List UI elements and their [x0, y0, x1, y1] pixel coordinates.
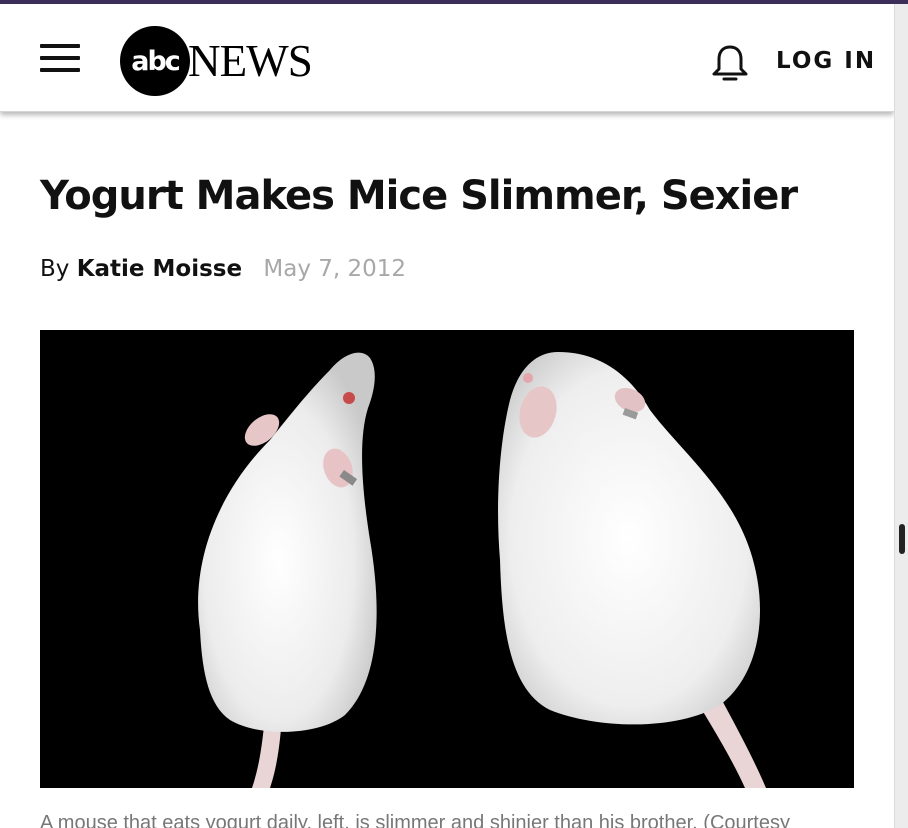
menu-button[interactable]: [40, 42, 80, 74]
byline: By Katie Moisse May 7, 2012: [40, 256, 406, 282]
article-headline: Yogurt Makes Mice Slimmer, Sexier: [40, 173, 798, 219]
author-link[interactable]: Katie Moisse: [77, 256, 242, 282]
abc-logo-mark: abc: [120, 26, 190, 96]
byline-prefix: By: [40, 256, 70, 282]
hamburger-menu-icon-line: [40, 56, 80, 60]
article-photo[interactable]: [40, 330, 854, 788]
hamburger-menu-icon: [40, 44, 80, 48]
scrollbar-thumb[interactable]: [899, 524, 905, 554]
site-header: abc NEWS LOG IN: [0, 4, 894, 112]
news-wordmark: NEWS: [188, 35, 313, 86]
bell-icon: [712, 45, 748, 81]
hamburger-menu-icon-line: [40, 68, 80, 72]
page-scrollbar[interactable]: [894, 4, 908, 828]
log-in-link[interactable]: LOG IN: [776, 48, 876, 74]
abc-news-logo[interactable]: abc NEWS: [120, 26, 314, 96]
photo-caption: A mouse that eats yogurt daily, left, is…: [40, 812, 790, 828]
publish-date: May 7, 2012: [263, 256, 407, 282]
notifications-button[interactable]: [709, 42, 751, 84]
two-white-mice-illustration: [40, 330, 854, 788]
